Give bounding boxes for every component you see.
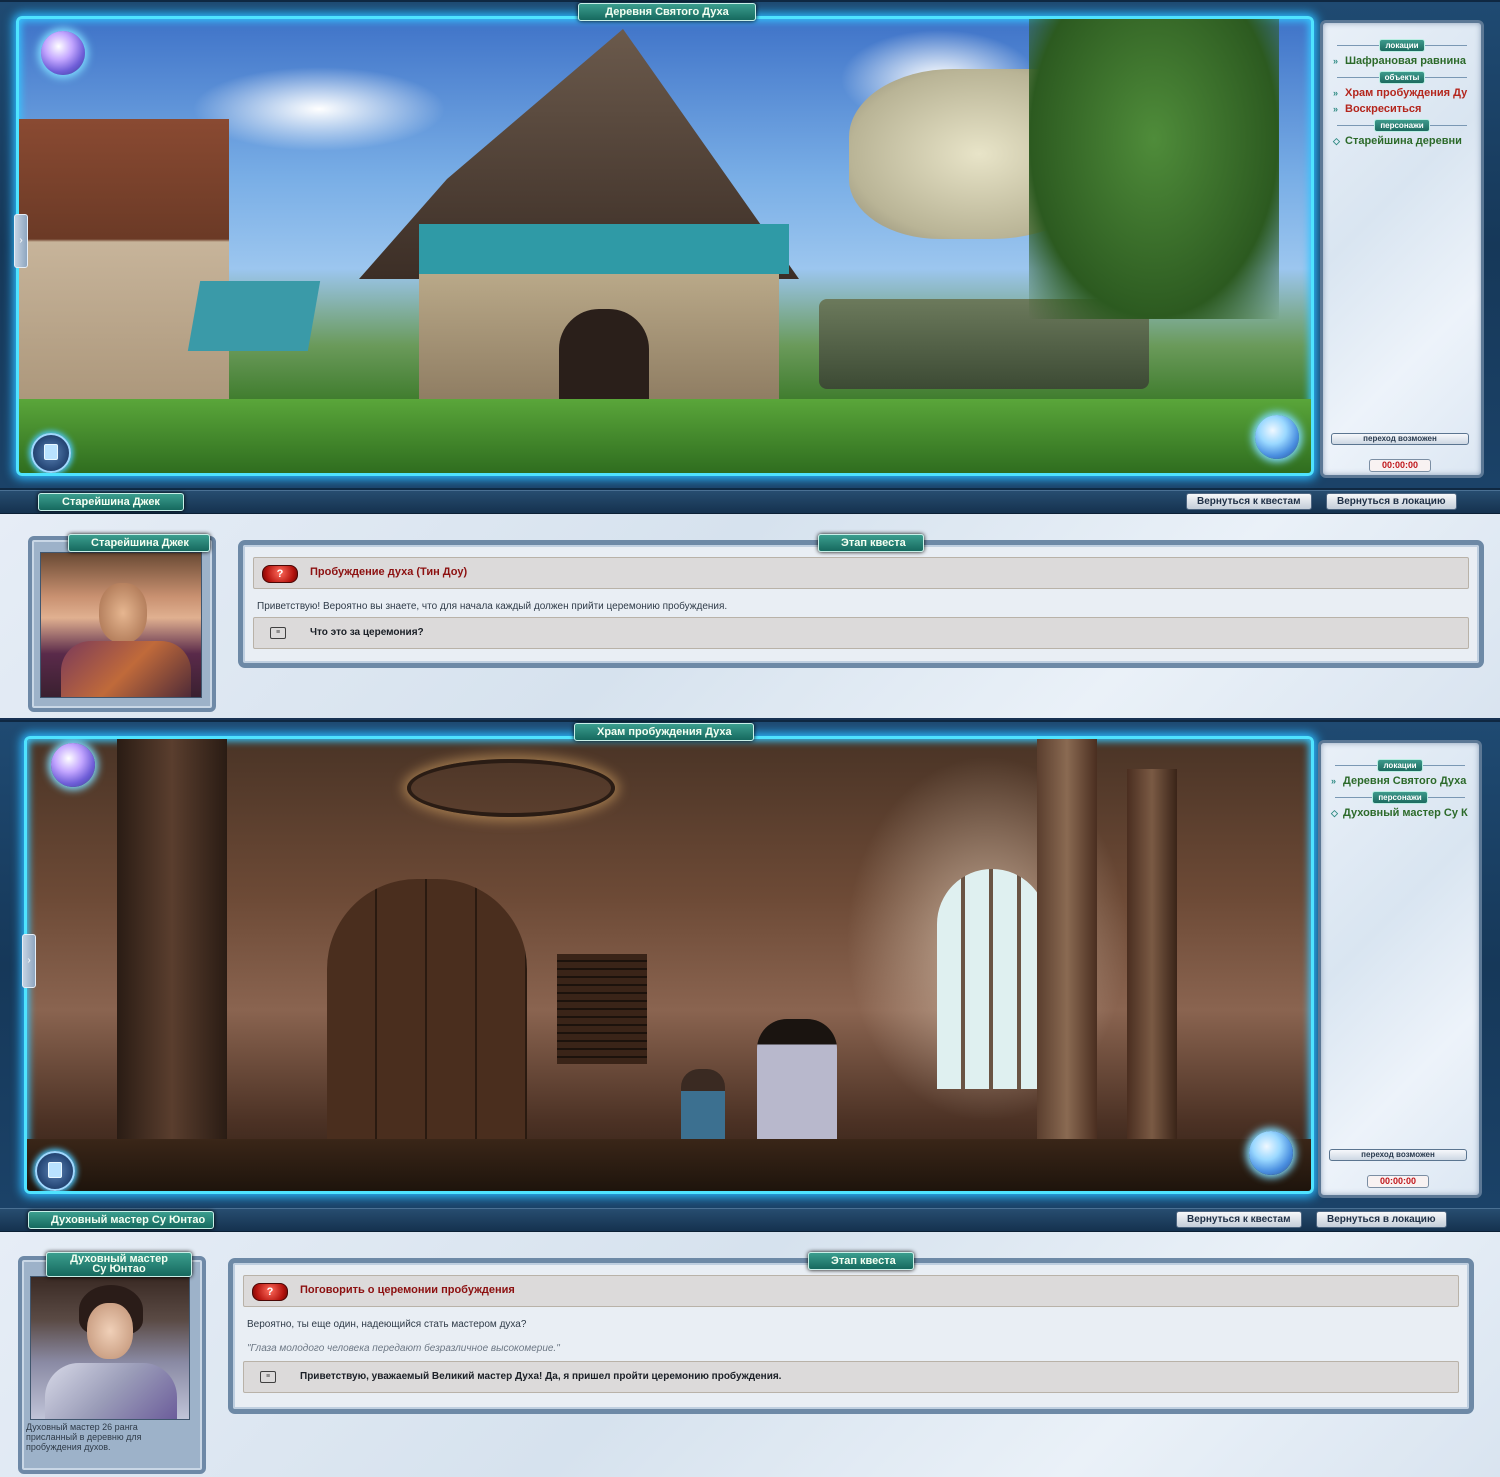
character-link-village-elder[interactable]: ◇ Старейшина деревни	[1323, 133, 1481, 149]
portrait-name-plate: Духовный мастер Су Юнтао	[46, 1252, 192, 1277]
transition-status: переход возможен	[1329, 1149, 1467, 1161]
quest-title: Поговорить о церемонии пробуждения	[300, 1284, 515, 1296]
quest-text: Вероятно, ты еще один, надеющийся стать …	[247, 1319, 527, 1330]
portrait-face	[87, 1303, 133, 1359]
quest-text: Приветствую! Вероятно вы знаете, что для…	[257, 601, 728, 612]
back-to-location-button[interactable]: Вернуться в локацию	[1316, 1211, 1447, 1228]
answer-option[interactable]: ≡ Приветствую, уважаемый Великий мастер …	[243, 1361, 1459, 1393]
portrait-name-plate: Старейшина Джек	[68, 534, 210, 552]
right-tree	[1029, 19, 1279, 319]
location-scene-village[interactable]	[16, 16, 1314, 476]
portrait-robe	[61, 641, 191, 697]
temple-floor	[27, 1139, 1311, 1191]
left-house	[19, 119, 229, 419]
locations-label: локации	[1379, 39, 1425, 52]
location-link-holy-spirit-village[interactable]: » Деревня Святого Духа	[1321, 773, 1479, 789]
main-house-door	[559, 309, 649, 409]
character-link-spirit-master[interactable]: ◇ Духовный мастер Су К	[1321, 805, 1479, 821]
back-to-quests-button[interactable]: Вернуться к квестам	[1186, 493, 1312, 510]
collapse-side-tab[interactable]: ›	[22, 934, 36, 988]
quest-title-row: ? Пробуждение духа (Тин Доу)	[253, 557, 1469, 589]
characters-section: персонажи	[1323, 119, 1481, 133]
speech-bubble-icon: ≡	[260, 1371, 276, 1383]
location-scene-temple[interactable]	[24, 736, 1314, 1194]
location-screen-temple: › Храм пробуждения Духа локации » Деревн…	[0, 720, 1500, 1210]
npc-description: Духовный мастер 26 ранга присланный в де…	[26, 1422, 142, 1452]
object-link-awakening-temple[interactable]: » Храм пробуждения Ду	[1323, 85, 1481, 101]
quest-stage-frame: ? Пробуждение духа (Тин Доу) Приветствую…	[238, 540, 1484, 668]
objects-label: объекты	[1379, 71, 1425, 84]
question-mark-icon: ?	[252, 1283, 288, 1301]
question-mark-icon: ?	[262, 565, 298, 583]
npc-bar-elder-jack: Старейшина Джек Вернуться к квестам Верн…	[0, 490, 1500, 514]
location-side-panel: локации » Шафрановая равнина объекты » Х…	[1320, 20, 1484, 478]
diamond-bullet-icon: ◇	[1333, 136, 1340, 146]
answer-option[interactable]: ≡ Что это за церемония?	[253, 617, 1469, 649]
npc-bar-spirit-master: Духовный мастер Су Юнтао Вернуться к кве…	[0, 1208, 1500, 1232]
diamond-bullet-icon: »	[1333, 104, 1339, 114]
transition-status: переход возможен	[1331, 433, 1469, 445]
answer-text: Что это за церемония?	[310, 627, 424, 638]
quest-stage-frame: ? Поговорить о церемонии пробуждения Вер…	[228, 1258, 1474, 1414]
diamond-bullet-icon: »	[1333, 56, 1339, 66]
crystal-orb-icon[interactable]	[41, 31, 85, 75]
crystal-orb-icon[interactable]	[51, 743, 95, 787]
quest-stage-label: Этап квеста	[818, 534, 924, 552]
back-to-location-button[interactable]: Вернуться в локацию	[1326, 493, 1457, 510]
location-title: Деревня Святого Духа	[578, 3, 756, 21]
transition-timer: 00:00:00	[1369, 459, 1431, 472]
npc-portrait-frame	[28, 536, 216, 712]
characters-label: персонажи	[1372, 791, 1428, 804]
diamond-bullet-icon: »	[1333, 88, 1339, 98]
crystal-orb-icon[interactable]	[1255, 415, 1299, 459]
portrait-coat	[45, 1363, 177, 1419]
location-screen-village: › Деревня Святого Духа локации » Шафрано…	[0, 0, 1500, 490]
answer-text: Приветствую, уважаемый Великий мастер Ду…	[300, 1371, 782, 1382]
map-button-icon[interactable]	[35, 1151, 75, 1191]
transition-timer: 00:00:00	[1367, 1175, 1429, 1188]
portrait-name-line2: Су Юнтао	[92, 1263, 146, 1275]
wooden-double-door	[327, 879, 527, 1139]
quest-stage-label: Этап квеста	[808, 1252, 914, 1270]
crystal-orb-icon[interactable]	[1249, 1131, 1293, 1175]
portrait-face	[99, 583, 147, 643]
characters-label: персонажи	[1374, 119, 1430, 132]
npc-portrait-frame: Духовный мастер 26 ранга присланный в де…	[18, 1256, 206, 1474]
left-house-roof	[187, 281, 321, 351]
quest-note: "Глаза молодого человека передают безраз…	[247, 1343, 560, 1354]
location-title: Храм пробуждения Духа	[574, 723, 754, 741]
arched-window	[937, 869, 1047, 1089]
locations-section: локации	[1321, 759, 1479, 773]
characters-section: персонажи	[1321, 791, 1479, 805]
dialog-area-spirit-master: Духовный мастер 26 ранга присланный в де…	[0, 1232, 1500, 1477]
collapse-side-tab[interactable]: ›	[14, 214, 28, 268]
location-link-saffron-plain[interactable]: » Шафрановая равнина	[1323, 53, 1481, 69]
object-link-resurrect[interactable]: » Воскреситься	[1323, 101, 1481, 117]
npc-name-title: Старейшина Джек	[38, 493, 184, 511]
dialog-area-elder-jack: Старейшина Джек ? Пробуждение духа (Тин …	[0, 514, 1500, 718]
quest-title: Пробуждение духа (Тин Доу)	[310, 566, 468, 578]
location-side-panel: локации » Деревня Святого Духа персонажи…	[1318, 740, 1482, 1198]
diamond-bullet-icon: ◇	[1331, 808, 1338, 818]
chandelier	[407, 759, 615, 817]
diamond-bullet-icon: »	[1331, 776, 1337, 786]
locations-label: локации	[1377, 759, 1423, 772]
main-house-teal-roof	[419, 224, 789, 274]
right-pillar	[1037, 739, 1097, 1191]
locations-section: локации	[1323, 39, 1481, 53]
meadow-grass	[19, 399, 1311, 473]
map-button-icon[interactable]	[31, 433, 71, 473]
npc-portrait-spirit-master	[30, 1276, 190, 1420]
objects-section: объекты	[1323, 71, 1481, 85]
speech-bubble-icon: ≡	[270, 627, 286, 639]
far-right-pillar	[1127, 769, 1177, 1191]
npc-name-title: Духовный мастер Су Юнтао	[28, 1211, 214, 1229]
quest-title-row: ? Поговорить о церемонии пробуждения	[243, 1275, 1459, 1307]
npc-portrait-elder-jack	[40, 552, 202, 698]
shuttered-window	[557, 954, 647, 1064]
left-pillar	[117, 739, 227, 1191]
back-to-quests-button[interactable]: Вернуться к квестам	[1176, 1211, 1302, 1228]
